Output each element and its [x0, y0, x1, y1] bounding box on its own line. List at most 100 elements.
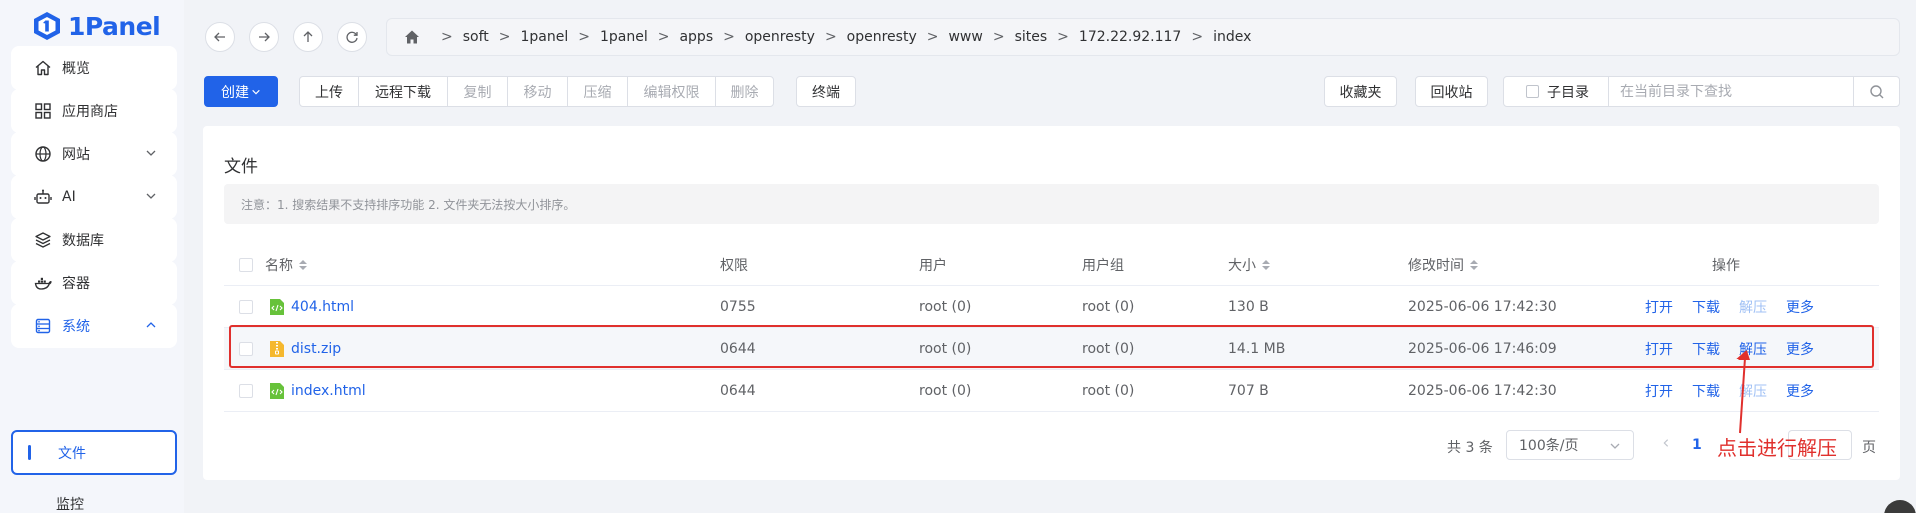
sort-icon[interactable]: [299, 259, 307, 270]
breadcrumb-item[interactable]: sites: [1015, 29, 1048, 45]
group-cell: root (0): [1082, 382, 1135, 399]
select-all-checkbox[interactable]: [239, 257, 253, 272]
breadcrumb-item[interactable]: soft: [463, 29, 489, 45]
table-row[interactable]: index.html 0644 root (0) root (0) 707 B …: [224, 370, 1879, 412]
move-button[interactable]: 移动: [507, 76, 568, 107]
search-input[interactable]: [1609, 77, 1853, 106]
upload-button[interactable]: 上传: [299, 76, 359, 107]
breadcrumb-item[interactable]: openresty: [847, 29, 917, 45]
download-action[interactable]: 下载: [1692, 297, 1720, 317]
open-action[interactable]: 打开: [1645, 339, 1673, 359]
sidebar-item-website[interactable]: 网站: [11, 132, 177, 176]
sidebar: 1Panel 概览 应用商店 网站 AI 数据库 容器 系统 文件 监控: [0, 0, 184, 513]
user-cell: root (0): [919, 298, 972, 315]
permission-cell[interactable]: 0755: [720, 286, 756, 327]
favorites-button[interactable]: 收藏夹: [1324, 76, 1397, 107]
column-header-size[interactable]: 大小: [1228, 244, 1270, 285]
open-action[interactable]: 打开: [1645, 297, 1673, 317]
remote-download-button[interactable]: 远程下载: [358, 76, 448, 107]
arrow-right-icon: [259, 32, 270, 42]
sidebar-item-system[interactable]: 系统: [11, 304, 177, 348]
search-button[interactable]: [1853, 77, 1899, 106]
checkbox[interactable]: [1526, 85, 1539, 98]
sidebar-item-label: 数据库: [62, 233, 104, 249]
row-checkbox[interactable]: [239, 383, 253, 398]
edit-permission-button[interactable]: 编辑权限: [627, 76, 716, 107]
sidebar-item-overview[interactable]: 概览: [11, 46, 177, 90]
more-action[interactable]: 更多: [1786, 297, 1814, 317]
sidebar-item-database[interactable]: 数据库: [11, 218, 177, 262]
sidebar-item-app-store[interactable]: 应用商店: [11, 89, 177, 133]
page-number-current[interactable]: 1: [1692, 437, 1702, 453]
download-action[interactable]: 下载: [1692, 381, 1720, 401]
grid-icon: [33, 101, 53, 121]
copy-button[interactable]: 复制: [447, 76, 508, 107]
file-list-card: 文件 注意：1. 搜索结果不支持排序功能 2. 文件夹无法按大小排序。 名称 权…: [203, 126, 1900, 480]
size-cell: 130 B: [1228, 298, 1269, 315]
sidebar-item-ai[interactable]: AI: [11, 175, 177, 219]
app-logo[interactable]: 1Panel: [33, 8, 161, 44]
page-size-select[interactable]: 100条/页: [1506, 430, 1634, 460]
breadcrumb: > soft >1panel >1panel > apps > openresty >…: [386, 18, 1900, 56]
column-header-mtime[interactable]: 修改时间: [1408, 244, 1478, 285]
file-name-link[interactable]: 404.html: [269, 286, 354, 327]
file-name-link[interactable]: dist.zip: [269, 328, 341, 369]
arrow-left-icon: [214, 32, 225, 42]
breadcrumb-item[interactable]: apps: [679, 29, 713, 45]
sidebar-subitem-monitor[interactable]: 监控: [56, 494, 84, 513]
table-row[interactable]: 404.html 0755 root (0) root (0) 130 B 20…: [224, 286, 1879, 328]
chevron-up-icon: [146, 322, 156, 328]
sidebar-subitem-files[interactable]: 文件: [11, 430, 177, 475]
permission-cell[interactable]: 0644: [720, 328, 756, 369]
table-row[interactable]: dist.zip 0644 root (0) root (0) 14.1 MB …: [224, 328, 1879, 370]
terminal-button[interactable]: 终端: [796, 76, 856, 107]
compress-button[interactable]: 压缩: [567, 76, 628, 107]
sidebar-item-container[interactable]: 容器: [11, 261, 177, 305]
user-cell: root (0): [919, 340, 972, 357]
open-action[interactable]: 打开: [1645, 381, 1673, 401]
zip-file-icon: [270, 340, 284, 357]
back-button[interactable]: [205, 22, 235, 52]
sidebar-item-label: 网站: [62, 147, 90, 163]
sort-icon[interactable]: [1470, 259, 1478, 270]
notice-banner: 注意：1. 搜索结果不支持排序功能 2. 文件夹无法按大小排序。: [224, 184, 1879, 224]
html-file-icon: [270, 298, 284, 315]
home-icon: [33, 58, 53, 78]
sidebar-item-label: AI: [62, 189, 76, 205]
up-directory-button[interactable]: [293, 22, 323, 52]
sidebar-item-label: 应用商店: [62, 104, 118, 120]
breadcrumb-item[interactable]: index: [1213, 29, 1251, 45]
avatar[interactable]: [1884, 500, 1916, 513]
permission-cell[interactable]: 0644: [720, 370, 756, 411]
header-label: 修改时间: [1408, 257, 1464, 274]
breadcrumb-item[interactable]: openresty: [745, 29, 815, 45]
home-icon[interactable]: [403, 28, 421, 46]
prev-page-button[interactable]: [1661, 438, 1671, 448]
recycle-bin-button[interactable]: 回收站: [1415, 76, 1488, 107]
breadcrumb-item[interactable]: 172.22.92.117: [1079, 29, 1181, 45]
forward-button[interactable]: [249, 22, 279, 52]
breadcrumb-item[interactable]: www: [948, 29, 982, 45]
column-header-group: 用户组: [1082, 257, 1124, 274]
subdir-checkbox[interactable]: 子目录: [1504, 77, 1609, 106]
chevron-down-icon: [146, 150, 156, 156]
download-action[interactable]: 下载: [1692, 339, 1720, 359]
total-count: 共 3 条: [1447, 440, 1493, 456]
column-header-name[interactable]: 名称: [265, 244, 307, 285]
decompress-action[interactable]: 解压: [1739, 297, 1767, 317]
sort-icon[interactable]: [1262, 259, 1270, 270]
subdir-label: 子目录: [1547, 84, 1589, 101]
file-name-link[interactable]: index.html: [269, 370, 366, 411]
more-action[interactable]: 更多: [1786, 339, 1814, 359]
row-checkbox[interactable]: [239, 341, 253, 356]
more-action[interactable]: 更多: [1786, 381, 1814, 401]
create-button[interactable]: 创建: [204, 76, 278, 107]
annotation-text: 点击进行解压: [1717, 436, 1837, 460]
breadcrumb-item[interactable]: 1panel: [521, 29, 569, 45]
system-icon: [33, 316, 53, 336]
refresh-button[interactable]: [337, 22, 367, 52]
breadcrumb-item[interactable]: 1panel: [600, 29, 648, 45]
delete-button[interactable]: 删除: [715, 76, 774, 107]
row-checkbox[interactable]: [239, 299, 253, 314]
chevron-down-icon: [146, 193, 156, 199]
